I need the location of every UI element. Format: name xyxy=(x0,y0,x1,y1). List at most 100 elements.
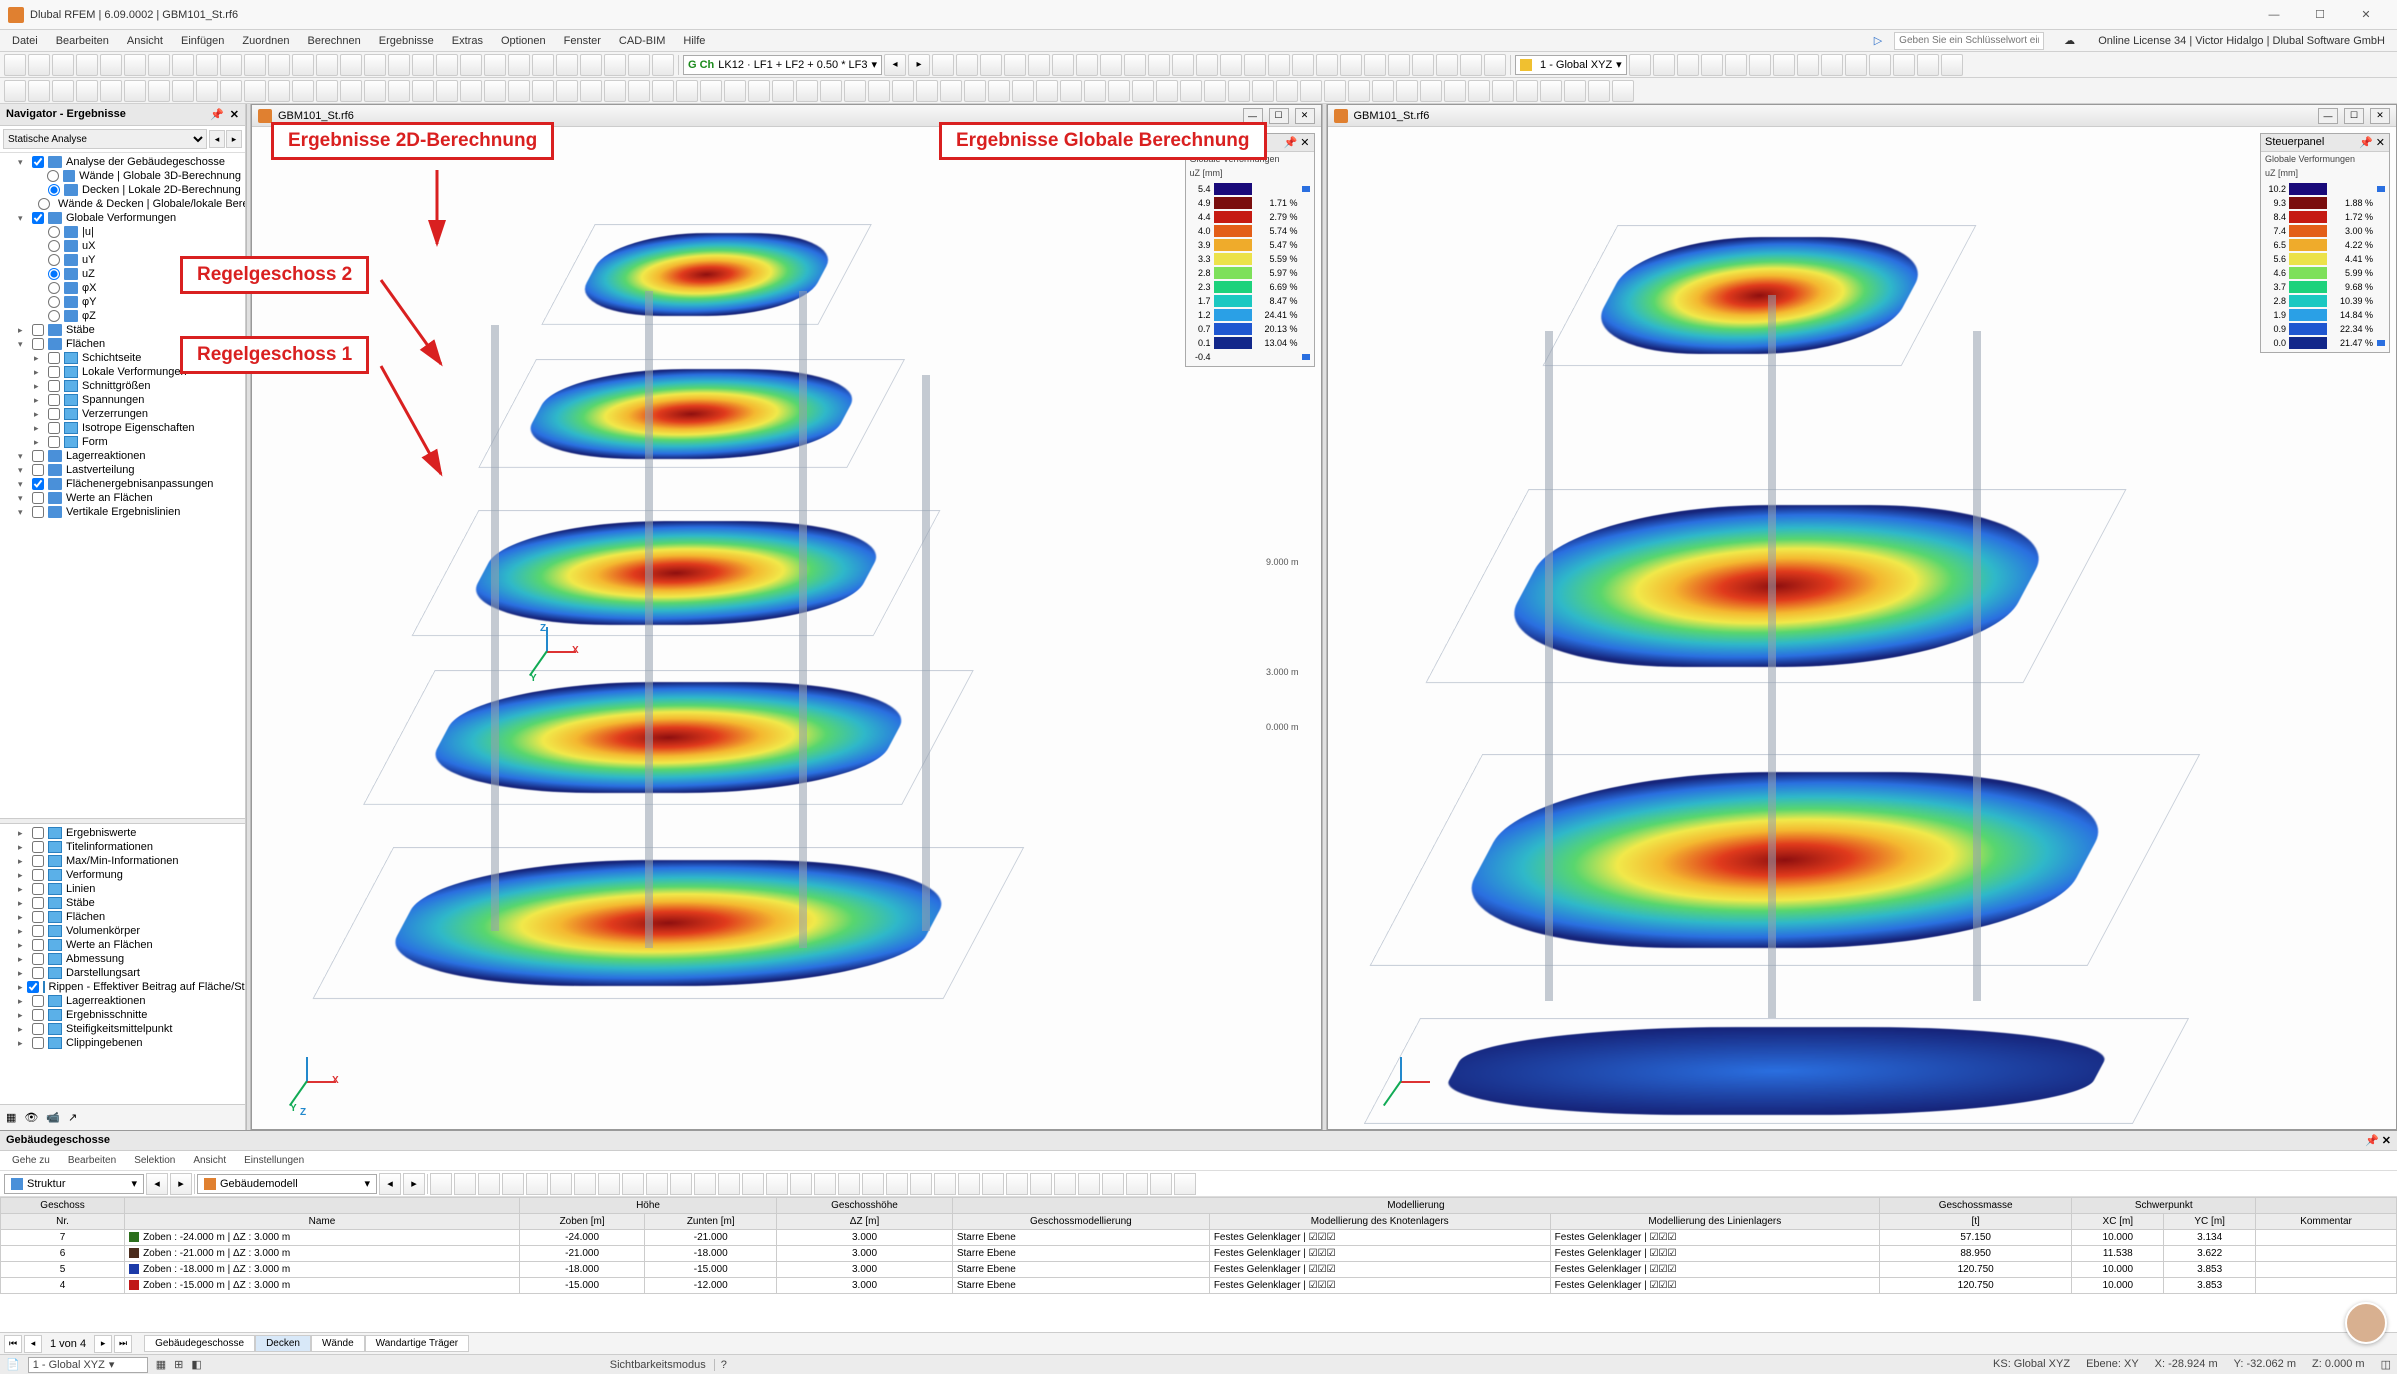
col-header[interactable]: Modellierung des Knotenlagers xyxy=(1209,1214,1550,1230)
toolbar2-btn-54[interactable] xyxy=(1300,80,1322,102)
toolbar-btn-b0[interactable] xyxy=(932,54,954,76)
nav-pin-icon[interactable]: 📌 xyxy=(210,109,224,121)
bp-table[interactable]: Geschoss Höhe Geschosshöhe Modellierung … xyxy=(0,1197,2397,1332)
menu-hilfe[interactable]: Hilfe xyxy=(675,33,713,49)
toolbar-btn-4[interactable] xyxy=(100,54,122,76)
toolbar-btn-b14[interactable] xyxy=(1268,54,1290,76)
toolbar2-btn-22[interactable] xyxy=(532,80,554,102)
bp-tool-16[interactable] xyxy=(814,1173,836,1195)
lk-prev[interactable]: ◂ xyxy=(884,54,906,76)
col-header[interactable]: Kommentar xyxy=(2256,1214,2397,1230)
assistant-avatar[interactable] xyxy=(2345,1302,2387,1344)
toolbar-btn-b16[interactable] xyxy=(1316,54,1338,76)
tree-item[interactable]: ▾Werte an Flächen xyxy=(0,491,245,505)
toolbar2-btn-55[interactable] xyxy=(1324,80,1346,102)
bp-tool-0[interactable] xyxy=(430,1173,452,1195)
bp-tab[interactable]: Wände xyxy=(311,1335,365,1352)
toolbar2-btn-37[interactable] xyxy=(892,80,914,102)
toolbar-btn-b4[interactable] xyxy=(1028,54,1050,76)
bp-tool-30[interactable] xyxy=(1150,1173,1172,1195)
tree-item[interactable]: Decken | Lokale 2D-Berechnung xyxy=(0,183,245,197)
bp-combo-model[interactable]: Gebäudemodell▾ xyxy=(197,1174,377,1194)
bp-prev2[interactable]: ◂ xyxy=(379,1173,401,1195)
tree-item[interactable]: ▸Steifigkeitsmittelpunkt xyxy=(0,1022,245,1036)
tree-item[interactable]: ▸Volumenkörper xyxy=(0,924,245,938)
toolbar2-btn-15[interactable] xyxy=(364,80,386,102)
sp1-pin-icon[interactable]: 📌 xyxy=(1284,137,1298,149)
cs-combo[interactable]: 1 - Global XYZ▾ xyxy=(1515,55,1627,75)
filter-select[interactable]: Statische Analyse xyxy=(3,129,207,149)
tree-item[interactable]: ▸Schnittgrößen xyxy=(0,379,245,393)
bp-tool-2[interactable] xyxy=(478,1173,500,1195)
tree-item[interactable]: ▸Linien xyxy=(0,882,245,896)
toolbar-btn-c10[interactable] xyxy=(1869,54,1891,76)
toolbar2-btn-7[interactable] xyxy=(172,80,194,102)
toolbar-btn-3[interactable] xyxy=(76,54,98,76)
toolbar-btn-6[interactable] xyxy=(148,54,170,76)
tree-item[interactable]: ▸Abmessung xyxy=(0,952,245,966)
nav-arrow-icon[interactable]: ↗ xyxy=(68,1111,77,1124)
nav-eye-icon[interactable]: 👁 xyxy=(24,1111,38,1124)
toolbar2-btn-25[interactable] xyxy=(604,80,626,102)
toolbar2-btn-50[interactable] xyxy=(1204,80,1226,102)
toolbar2-btn-30[interactable] xyxy=(724,80,746,102)
toolbar2-btn-12[interactable] xyxy=(292,80,314,102)
toolbar2-btn-13[interactable] xyxy=(316,80,338,102)
bp-prev[interactable]: ◂ xyxy=(146,1173,168,1195)
toolbar2-btn-26[interactable] xyxy=(628,80,650,102)
toolbar-btn-b13[interactable] xyxy=(1244,54,1266,76)
bp-tool-5[interactable] xyxy=(550,1173,572,1195)
table-row[interactable]: 7Zoben : -24.000 m | ΔZ : 3.000 m-24.000… xyxy=(1,1230,2397,1246)
nav-camera-icon[interactable]: 📹 xyxy=(46,1111,60,1124)
bp-tool-17[interactable] xyxy=(838,1173,860,1195)
bp-menu-settings[interactable]: Einstellungen xyxy=(236,1154,312,1167)
bp-tool-18[interactable] xyxy=(862,1173,884,1195)
toolbar-btn-10[interactable] xyxy=(244,54,266,76)
toolbar-btn-c12[interactable] xyxy=(1917,54,1939,76)
toolbar-btn-25[interactable] xyxy=(604,54,626,76)
menu-optionen[interactable]: Optionen xyxy=(493,33,554,49)
toolbar-btn-20[interactable] xyxy=(484,54,506,76)
bp-tool-13[interactable] xyxy=(742,1173,764,1195)
toolbar2-btn-9[interactable] xyxy=(220,80,242,102)
toolbar-btn-12[interactable] xyxy=(292,54,314,76)
toolbar-btn-19[interactable] xyxy=(460,54,482,76)
toolbar-btn-c13[interactable] xyxy=(1941,54,1963,76)
toolbar2-btn-33[interactable] xyxy=(796,80,818,102)
view2-maximize[interactable]: ☐ xyxy=(2344,108,2364,124)
col-header[interactable]: Modellierung des Linienlagers xyxy=(1550,1214,1879,1230)
toolbar-btn-c6[interactable] xyxy=(1773,54,1795,76)
toolbar-btn-b1[interactable] xyxy=(956,54,978,76)
menu-bearbeiten[interactable]: Bearbeiten xyxy=(48,33,117,49)
close-button[interactable]: ✕ xyxy=(2343,3,2389,27)
loadcase-combo[interactable]: G ChLK12 · LF1 + LF2 + 0.50 * LF3▾ xyxy=(683,55,882,75)
toolbar-btn-b18[interactable] xyxy=(1364,54,1386,76)
toolbar-btn-b19[interactable] xyxy=(1388,54,1410,76)
toolbar2-btn-63[interactable] xyxy=(1516,80,1538,102)
tree-item[interactable]: ▾Vertikale Ergebnislinien xyxy=(0,505,245,519)
col-header[interactable]: YC [m] xyxy=(2164,1214,2256,1230)
toolbar-btn-b6[interactable] xyxy=(1076,54,1098,76)
tree-item[interactable]: φZ xyxy=(0,309,245,323)
tree-item[interactable]: Wände | Globale 3D-Berechnung xyxy=(0,169,245,183)
toolbar2-btn-36[interactable] xyxy=(868,80,890,102)
toolbar-btn-c5[interactable] xyxy=(1749,54,1771,76)
toolbar-btn-13[interactable] xyxy=(316,54,338,76)
tree-item[interactable]: ▸Clippingebenen xyxy=(0,1036,245,1050)
keyword-input[interactable] xyxy=(1894,32,2044,50)
toolbar2-btn-5[interactable] xyxy=(124,80,146,102)
toolbar2-btn-17[interactable] xyxy=(412,80,434,102)
tree-item[interactable]: ▾Analyse der Gebäudegeschosse xyxy=(0,155,245,169)
bp-tool-6[interactable] xyxy=(574,1173,596,1195)
toolbar2-btn-48[interactable] xyxy=(1156,80,1178,102)
status-cs-combo[interactable]: 1 - Global XYZ▾ xyxy=(28,1357,148,1373)
bp-tool-7[interactable] xyxy=(598,1173,620,1195)
bp-tool-31[interactable] xyxy=(1174,1173,1196,1195)
tree-item[interactable]: ▸Stäbe xyxy=(0,323,245,337)
page-prev[interactable]: ◂ xyxy=(24,1335,42,1353)
toolbar2-btn-44[interactable] xyxy=(1060,80,1082,102)
tree-item[interactable]: ▾Flächenergebnisanpassungen xyxy=(0,477,245,491)
bp-tool-28[interactable] xyxy=(1102,1173,1124,1195)
toolbar2-btn-41[interactable] xyxy=(988,80,1010,102)
toolbar2-btn-60[interactable] xyxy=(1444,80,1466,102)
